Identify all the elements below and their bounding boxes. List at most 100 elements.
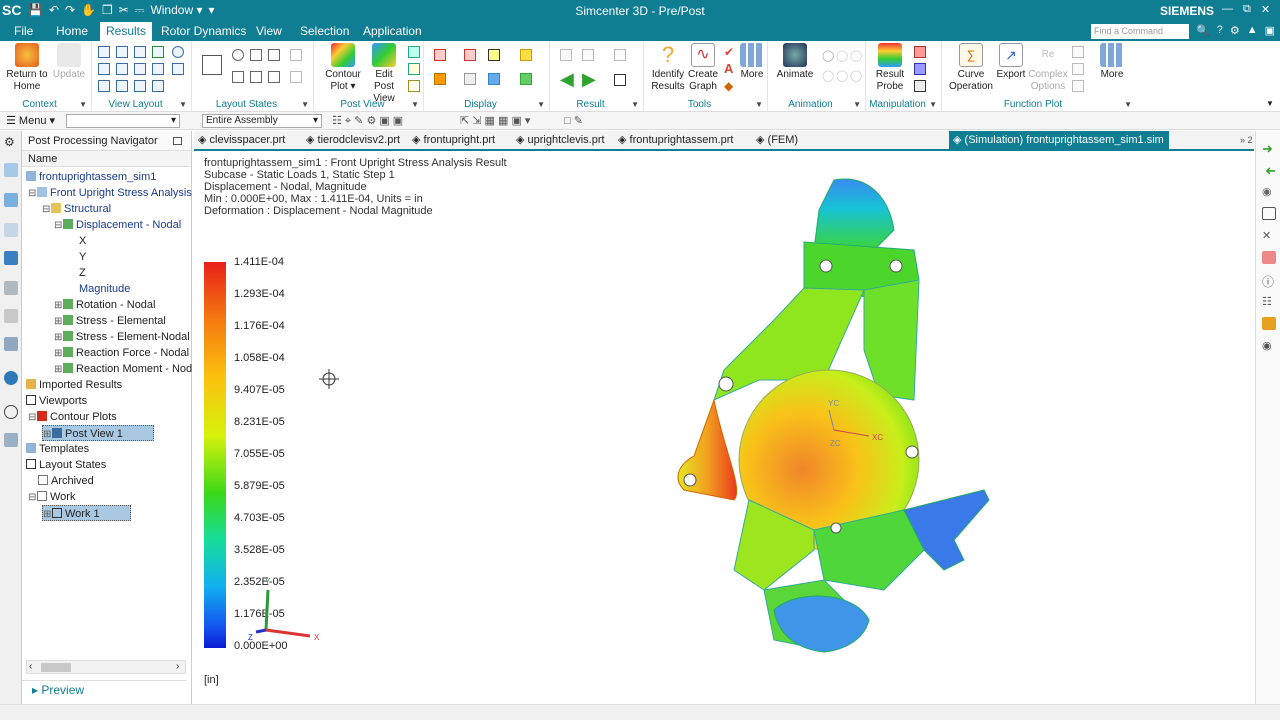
display-cube-icon[interactable] [520,73,532,85]
scroll-left-icon[interactable]: ‹ [29,661,32,672]
function-plot-more-button[interactable]: More [1094,43,1130,81]
ribbon-options-icon[interactable]: ▣ [1265,24,1275,37]
collapse-icon[interactable]: ⊟ [28,186,37,202]
chevron-down-icon[interactable]: ▼ [411,100,419,109]
history-icon[interactable] [4,405,18,419]
close-x-icon[interactable]: ✕ [1262,229,1276,242]
display-shading-icon[interactable] [520,49,532,61]
horizontal-scrollbar[interactable]: ‹ › [26,660,186,674]
scroll-right-icon[interactable]: › [176,661,179,672]
preview-panel[interactable]: ▸ Preview [22,680,187,698]
tree-node-work[interactable]: ⊟ Work [28,489,75,505]
down-arrow-icon[interactable] [290,71,302,83]
marker-icon[interactable]: ◆ [724,79,733,93]
layout-single-icon[interactable] [98,46,110,58]
tree-node-x[interactable]: X [79,233,86,249]
collapse-icon[interactable]: ⊟ [54,218,63,234]
ribbon-collapse-icon[interactable]: ▼ [1266,99,1274,108]
manip-tool2-icon[interactable] [914,63,926,75]
fp-tool3-icon[interactable] [1072,80,1084,92]
loop-icon[interactable]: ◯ [850,69,862,82]
selection-filters-icon[interactable]: ☷ ⌖ ✎ ⚙ ▣ ▣ [332,114,403,128]
settings-icon[interactable]: ⚙ [1230,24,1240,37]
layout-refresh-icon[interactable] [172,46,184,58]
post-view-tool2-icon[interactable] [408,63,420,75]
result-layers-disabled-icon[interactable] [614,49,626,61]
expand-icon[interactable]: ⊞ [54,346,63,362]
layout-state-icon[interactable] [202,55,222,75]
web-browser-icon[interactable] [4,371,18,385]
result-options-icon[interactable] [614,74,626,86]
layout-grid5-icon[interactable] [116,80,128,92]
scrollbar-thumb[interactable] [41,663,71,672]
tree-node-viewports[interactable]: Viewports [26,393,87,409]
menu-button[interactable]: ☰ Menu ▾ [6,114,55,127]
layout-list-icon[interactable] [152,80,164,92]
help-icon[interactable]: ? [1217,24,1223,37]
collapse-icon[interactable]: ⊟ [42,202,51,218]
previous-result-icon[interactable]: ◀ [560,69,574,90]
tab-overflow-button[interactable]: » 2 [1236,131,1254,150]
identify-results-button[interactable]: ? Identify Results [650,43,686,93]
constraint-navigator-icon[interactable] [4,337,18,351]
properties-icon[interactable]: ☷ [1262,295,1276,308]
fp-tool2-icon[interactable] [1072,63,1084,75]
manip-tool3-icon[interactable] [914,80,926,92]
animate-button[interactable]: Animate [774,43,816,81]
result-probe-button[interactable]: Result Probe [872,43,908,93]
visibility-icon[interactable]: ◉ [1262,339,1276,352]
tab-uprightclevis[interactable]: ◈ uprightclevis.prt [512,131,606,150]
layout-grid2-icon[interactable] [116,63,128,75]
name-column-header[interactable]: Name [22,151,191,167]
tab-tierodclevisv2[interactable]: ◈ tierodclevisv2.prt [302,131,406,150]
copy-icon[interactable] [250,49,262,61]
search-icon[interactable]: 🔍 [1196,24,1210,37]
settings-icon[interactable]: ⚙ [4,135,18,149]
refresh-icon[interactable] [232,49,244,61]
layout-grid3-icon[interactable] [134,63,146,75]
display-plane-icon[interactable] [488,73,500,85]
edit-post-view-button[interactable]: Edit Post View [364,43,404,105]
chevron-down-icon[interactable]: ▼ [79,100,87,109]
sim-navigator-icon[interactable] [4,223,18,237]
layout-grid6-icon[interactable] [134,80,146,92]
part-navigator-icon[interactable] [4,163,18,177]
delete-state-icon[interactable] [268,71,280,83]
tree-node-archived[interactable]: Archived [38,473,94,489]
tree-node-reaction-moment[interactable]: ⊞ Reaction Moment - Nod [54,361,192,377]
tab-frontupright[interactable]: ◈ frontupright.prt [408,131,502,150]
chevron-down-icon[interactable]: ▼ [755,100,763,109]
material-icon[interactable] [1262,317,1276,330]
tree-node-z[interactable]: Z [79,265,86,281]
tree-node-reaction-force[interactable]: ⊞ Reaction Force - Nodal [54,345,189,361]
part-color-icon[interactable] [1262,251,1276,264]
expand-icon[interactable]: ⊞ [54,314,63,330]
curve-operation-button[interactable]: ∑ Curve Operation [948,43,994,93]
expand-icon[interactable]: ⊞ [54,362,63,378]
fp-tool1-icon[interactable] [1072,46,1084,58]
type-filter-select[interactable]: ▾ [66,114,180,128]
selection-scope-select[interactable]: Entire Assembly ▾ [202,114,322,128]
tree-node-post-view-1[interactable]: ⊞ Post View 1 [42,425,154,441]
hd3d-icon[interactable] [4,309,18,323]
tree-node-rotation[interactable]: ⊞ Rotation - Nodal [54,297,156,313]
step-forward-icon[interactable]: ◯ [836,69,848,82]
chevron-down-icon[interactable]: ▼ [631,100,639,109]
export-button[interactable]: ↗ Export [994,43,1028,81]
back-arrow-icon[interactable]: ➜ [1262,163,1276,178]
expand-icon[interactable]: ⊞ [54,330,63,346]
tree-node-stress-element-nodal[interactable]: ⊞ Stress - Element-Nodal [54,329,190,345]
play-icon[interactable]: ◯ [822,49,834,62]
display-edges-icon[interactable] [434,73,446,85]
restore-icon[interactable]: ⧉ [1243,3,1251,16]
next-result-icon[interactable]: ▶ [582,69,596,90]
tab-rotor-dynamics[interactable]: Rotor Dynamics [155,22,252,41]
hide-icon[interactable]: ◉ [1262,185,1276,198]
up-arrow-icon[interactable] [290,49,302,61]
load-state-icon[interactable] [250,71,262,83]
system-materials-icon[interactable] [4,433,18,447]
layout-two-icon[interactable] [116,46,128,58]
find-command-input[interactable]: Find a Command [1091,24,1189,39]
layout-four-icon[interactable] [134,46,146,58]
tree-node-structural[interactable]: ⊟ Structural [42,201,111,217]
